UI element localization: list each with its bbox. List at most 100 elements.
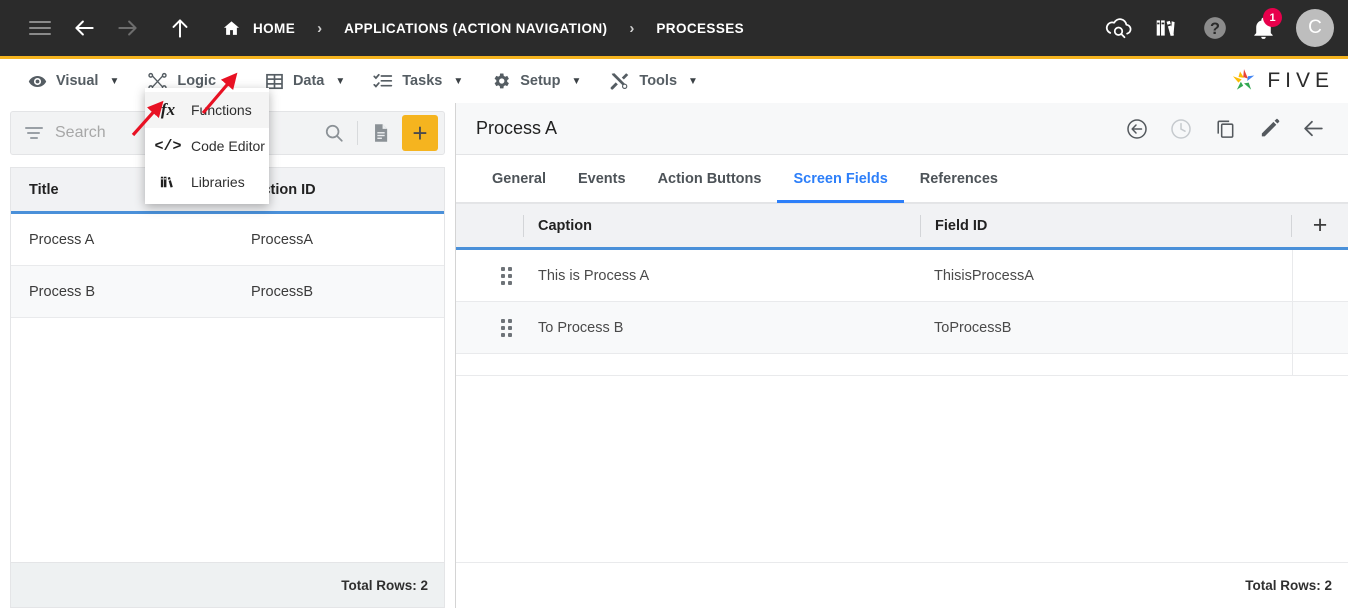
add-record-button[interactable]: + — [402, 115, 438, 151]
breadcrumb-separator-2: › — [629, 19, 635, 37]
cloud-search-icon[interactable] — [1098, 7, 1140, 49]
menu-item-setup[interactable]: Setup ▼ — [477, 59, 595, 103]
cell-field-id: ThisisProcessA — [934, 267, 1034, 284]
eye-icon — [28, 75, 47, 87]
cell-caption: To Process B — [538, 319, 624, 336]
add-screen-field-button[interactable]: + — [1292, 204, 1348, 247]
menu-label-logic: Logic — [177, 73, 217, 89]
menu-label-setup: Setup — [520, 73, 561, 89]
arrow-left-icon[interactable] — [62, 6, 106, 50]
menu-item-code-editor[interactable]: </> Code Editor — [145, 128, 269, 164]
column-header-handle — [456, 204, 524, 247]
table-row-empty — [456, 354, 1348, 376]
table-row[interactable]: To Process B ToProcessB — [456, 302, 1348, 354]
books-icon — [157, 173, 179, 191]
cell-actions — [1292, 302, 1348, 353]
total-rows-label: Total Rows: 2 — [1245, 578, 1332, 593]
detail-header-actions — [1116, 108, 1334, 150]
toolbar-divider — [357, 121, 358, 145]
detail-tabs: General Events Action Buttons Screen Fie… — [456, 155, 1348, 203]
tab-references[interactable]: References — [904, 155, 1014, 202]
table-row[interactable]: Process A ProcessA — [11, 214, 444, 266]
back-arrow-icon[interactable] — [1292, 108, 1334, 150]
menu-item-functions[interactable]: fx Functions — [145, 92, 269, 128]
svg-text:?: ? — [1210, 20, 1220, 38]
chevron-down-icon: ▼ — [453, 75, 464, 87]
edit-pencil-icon[interactable] — [1248, 108, 1290, 150]
cell-actions — [1292, 250, 1348, 301]
chevron-down-icon: ▼ — [571, 75, 582, 87]
arrow-up-icon[interactable] — [158, 6, 202, 50]
menu-item-tools[interactable]: Tools ▼ — [595, 59, 712, 103]
chevron-down-icon: ▼ — [335, 75, 346, 87]
breadcrumb-home-label: HOME — [253, 20, 296, 36]
application-window: HOME › APPLICATIONS (ACTION NAVIGATION) … — [0, 0, 1348, 608]
screen-fields-table: Caption Field ID + This is Process A Thi… — [456, 203, 1348, 608]
filter-icon[interactable] — [25, 127, 43, 139]
menu-item-libraries-label: Libraries — [191, 174, 245, 190]
help-icon[interactable]: ? — [1194, 7, 1236, 49]
row-drag-handle[interactable] — [456, 250, 524, 301]
tab-action-buttons[interactable]: Action Buttons — [642, 155, 778, 202]
screen-fields-table-footer: Total Rows: 2 — [456, 562, 1348, 608]
books-icon[interactable] — [1146, 7, 1188, 49]
breadcrumb-item-applications[interactable]: APPLICATIONS (ACTION NAVIGATION) — [340, 21, 611, 36]
drag-handle-icon — [501, 318, 512, 337]
total-rows-label: Total Rows: 2 — [341, 577, 428, 593]
menu-item-visual[interactable]: Visual ▼ — [14, 59, 133, 103]
copy-icon[interactable] — [1204, 108, 1246, 150]
menu-item-tasks[interactable]: Tasks ▼ — [359, 59, 477, 103]
breadcrumb-item-processes[interactable]: PROCESSES — [652, 21, 748, 36]
menu-item-libraries[interactable]: Libraries — [145, 164, 269, 200]
processes-table: Title Action ID Process A ProcessA Proce… — [10, 167, 445, 562]
history-clock-icon[interactable] — [1160, 108, 1202, 150]
checklist-icon — [373, 73, 393, 88]
fx-icon: fx — [160, 100, 176, 119]
cell-field-id: ToProcessB — [934, 319, 1012, 336]
undo-circle-icon[interactable] — [1116, 108, 1158, 150]
menu-label-tasks: Tasks — [402, 73, 443, 89]
cell-action-id: ProcessA — [251, 231, 314, 248]
arrow-right-icon[interactable] — [106, 6, 150, 50]
breadcrumb: HOME › APPLICATIONS (ACTION NAVIGATION) … — [18, 6, 1098, 50]
top-bar-actions: ? 1 C — [1098, 7, 1334, 49]
tab-screen-fields[interactable]: Screen Fields — [777, 155, 905, 203]
column-header-caption[interactable]: Caption — [524, 204, 920, 247]
breadcrumb-separator-1: › — [317, 19, 323, 37]
home-icon — [223, 20, 240, 35]
processes-table-body: Process A ProcessA Process B ProcessB — [11, 214, 444, 562]
menu-label-visual: Visual — [56, 73, 99, 89]
gear-icon — [494, 73, 510, 89]
top-navigation-bar: HOME › APPLICATIONS (ACTION NAVIGATION) … — [0, 0, 1348, 56]
five-logo-text: FIVE — [1267, 69, 1334, 92]
column-header-field-id[interactable]: Field ID — [921, 204, 1291, 247]
screen-fields-table-header: Caption Field ID + — [456, 204, 1348, 250]
table-row[interactable]: This is Process A ThisisProcessA — [456, 250, 1348, 302]
five-logo: FIVE — [1228, 66, 1348, 96]
bell-icon[interactable]: 1 — [1242, 7, 1284, 49]
chevron-down-icon: ▼ — [109, 75, 120, 87]
five-logo-mark — [1233, 69, 1255, 90]
notification-badge: 1 — [1263, 8, 1282, 27]
code-icon: </> — [154, 137, 182, 155]
tab-events[interactable]: Events — [562, 155, 642, 202]
cell-title: Process A — [29, 231, 95, 248]
search-icon[interactable] — [317, 116, 351, 150]
cell-caption: This is Process A — [538, 267, 650, 284]
row-drag-handle[interactable] — [456, 302, 524, 353]
process-detail-panel: Process A General Events Action Buttons … — [456, 103, 1348, 608]
menu-item-functions-label: Functions — [191, 102, 252, 118]
document-icon[interactable] — [364, 116, 398, 150]
screen-fields-table-body: This is Process A ThisisProcessA To Proc… — [456, 250, 1348, 562]
cell-title: Process B — [29, 283, 96, 300]
page-title: Process A — [476, 118, 558, 138]
tab-general[interactable]: General — [476, 155, 562, 202]
avatar[interactable]: C — [1296, 9, 1334, 47]
hamburger-menu-icon[interactable] — [18, 6, 62, 50]
breadcrumb-item-home[interactable]: HOME — [216, 19, 299, 38]
chevron-down-icon: ▼ — [227, 75, 237, 87]
drag-handle-icon — [501, 266, 512, 285]
menu-label-tools: Tools — [639, 73, 678, 89]
table-row[interactable]: Process B ProcessB — [11, 266, 444, 318]
plus-icon: + — [412, 118, 428, 148]
